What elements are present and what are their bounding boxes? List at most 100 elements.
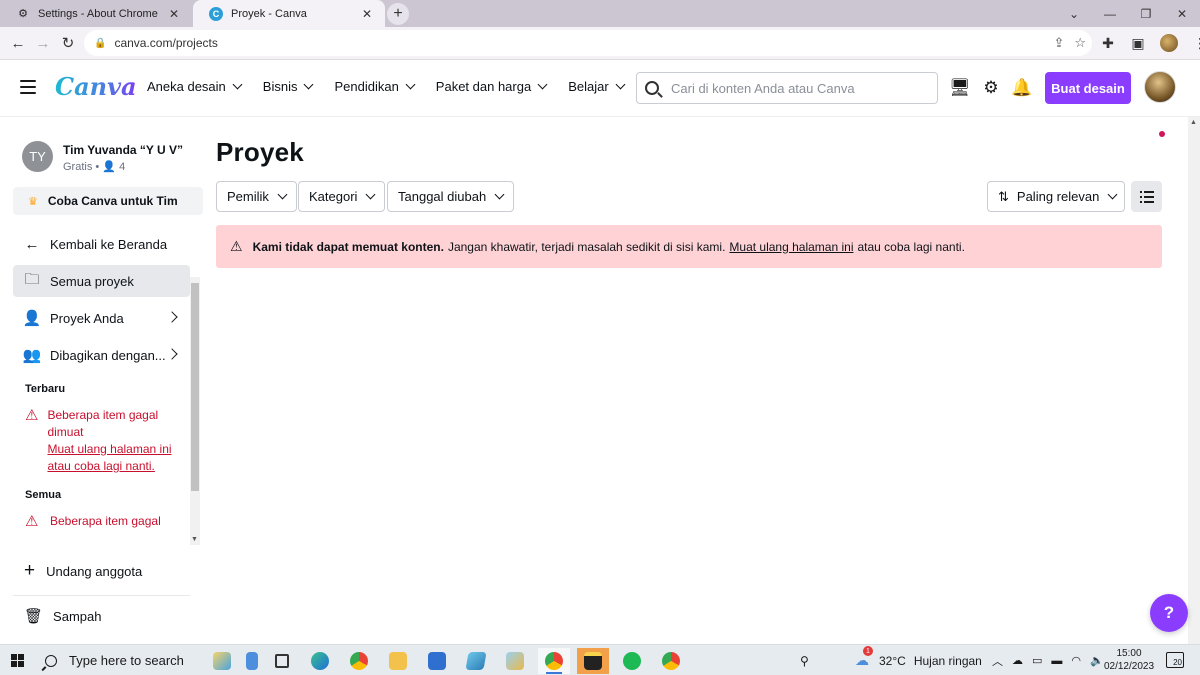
taskbar-search[interactable]: Type here to search xyxy=(36,645,204,675)
close-tab-icon[interactable]: ✕ xyxy=(359,6,375,22)
notifications-bell-icon[interactable]: 🔔 xyxy=(1011,78,1032,98)
address-bar[interactable]: 🔒 canva.com/projects ⇪ ☆ xyxy=(84,30,1092,56)
water-bottle-icon[interactable] xyxy=(236,648,268,674)
canva-logo[interactable]: Canva xyxy=(55,72,137,101)
chevron-down-icon xyxy=(1107,189,1118,200)
sidebar-item-your-projects[interactable]: 👤 Proyek Anda xyxy=(13,302,190,334)
forward-icon[interactable]: → xyxy=(31,31,55,55)
restore-button[interactable]: ❐ xyxy=(1128,0,1164,27)
chrome-icon[interactable] xyxy=(655,648,687,674)
search-highlight-icon[interactable] xyxy=(206,648,238,674)
paint-icon[interactable] xyxy=(499,648,531,674)
nav-aneka-desain[interactable]: Aneka desain xyxy=(147,79,243,94)
nav-bisnis[interactable]: Bisnis xyxy=(263,79,314,94)
nav-pendidikan[interactable]: Pendidikan xyxy=(334,79,416,94)
notification-dot xyxy=(1159,131,1165,137)
alert-title: Kami tidak dapat memuat konten. xyxy=(252,239,444,254)
browser-toolbar: ← → ↻ 🔒 canva.com/projects ⇪ ☆ ✚ ▣ ⋮ xyxy=(0,27,1200,60)
sort-dropdown[interactable]: ⇅ Paling relevan xyxy=(987,181,1125,212)
nav-paket-harga[interactable]: Paket dan harga xyxy=(436,79,548,94)
alert-text: Jangan khawatir, terjadi masalah sedikit… xyxy=(447,239,726,254)
sidebar-scrollbar[interactable]: ▼ xyxy=(190,277,200,545)
task-view-icon[interactable] xyxy=(266,648,298,674)
back-to-home[interactable]: ← Kembali ke Beranda xyxy=(13,228,190,260)
filter-category[interactable]: Kategori xyxy=(298,181,386,212)
folder-icon: 🗀 xyxy=(24,270,40,288)
weather-icon: ☁ 1 xyxy=(855,646,873,669)
sort-arrows-icon: ⇅ xyxy=(998,188,1009,204)
search-icon xyxy=(645,81,659,95)
new-tab-button[interactable]: + xyxy=(387,3,409,25)
tab-settings[interactable]: ⚙ Settings - About Chrome ✕ xyxy=(0,0,192,27)
reload-icon[interactable]: ↻ xyxy=(56,31,80,55)
onedrive-cloud-icon[interactable]: ☁ xyxy=(1012,654,1023,667)
tab-canva[interactable]: C Proyek - Canva ✕ xyxy=(193,0,385,27)
app-icon[interactable] xyxy=(460,648,492,674)
sidebar: TY Tim Yuvanda “Y U V” Gratis • 👤 4 ♛ Co… xyxy=(0,117,203,644)
people-icon[interactable]: ⚲ xyxy=(800,645,809,675)
team-switcher[interactable]: TY Tim Yuvanda “Y U V” Gratis • 👤 4 xyxy=(22,141,183,173)
settings-gear-icon[interactable]: ⚙ xyxy=(981,78,1001,98)
sticky-notes-icon[interactable] xyxy=(577,648,609,674)
person-icon: 👤 xyxy=(102,161,117,173)
close-window-button[interactable]: ✕ xyxy=(1164,0,1200,27)
sidebar-item-all-projects[interactable]: 🗀 Semua proyek xyxy=(13,265,190,297)
edge-icon[interactable] xyxy=(304,648,336,674)
tab-search-chevron-icon[interactable]: ⌄ xyxy=(1056,0,1092,27)
chevron-down-icon xyxy=(365,189,376,200)
create-design-button[interactable]: Buat desain xyxy=(1045,72,1131,104)
try-canva-teams-button[interactable]: ♛ Coba Canva untuk Tim xyxy=(13,187,203,215)
bookmark-star-icon[interactable]: ☆ xyxy=(1074,35,1086,51)
weather-widget[interactable]: ☁ 1 32°C Hujan ringan xyxy=(855,645,982,675)
sidebar-item-shared-with[interactable]: 👥 Dibagikan dengan... xyxy=(13,339,190,371)
filter-date-modified[interactable]: Tanggal diubah xyxy=(387,181,515,212)
store-icon[interactable] xyxy=(421,648,453,674)
search-placeholder: Cari di konten Anda atau Canva xyxy=(671,80,855,96)
help-button[interactable]: ? xyxy=(1150,594,1188,632)
people-icon: 👥 xyxy=(22,347,42,364)
page-scrollbar[interactable]: ▲ xyxy=(1188,117,1200,644)
side-panel-icon[interactable]: ▣ xyxy=(1130,35,1146,52)
back-icon[interactable]: ← xyxy=(6,31,30,55)
share-icon[interactable]: ⇪ xyxy=(1053,35,1064,51)
reload-page-link[interactable]: Muat ulang halaman ini atau coba lagi na… xyxy=(47,441,190,475)
spotify-icon[interactable] xyxy=(616,648,648,674)
canva-header: Canva Aneka desain Bisnis Pendidikan Pak… xyxy=(0,60,1200,117)
chevron-down-icon xyxy=(615,79,626,90)
scroll-up-arrow-icon[interactable]: ▲ xyxy=(1190,119,1197,126)
alert-tail: atau coba lagi nanti. xyxy=(857,239,965,254)
section-recent-label: Terbaru xyxy=(25,383,66,395)
plus-icon: + xyxy=(24,560,36,581)
file-explorer-icon[interactable] xyxy=(382,648,414,674)
list-view-toggle[interactable] xyxy=(1131,181,1162,212)
wifi-icon[interactable]: ◠ xyxy=(1071,654,1081,667)
team-name: Tim Yuvanda “Y U V” xyxy=(63,143,184,157)
error-alert: ⚠ Kami tidak dapat memuat konten. Jangan… xyxy=(216,225,1162,268)
scroll-down-arrow-icon[interactable]: ▼ xyxy=(191,536,198,543)
chrome-icon[interactable] xyxy=(538,648,570,674)
clock[interactable]: 15:00 02/12/2023 xyxy=(1100,647,1158,673)
minimize-button[interactable]: — xyxy=(1092,0,1128,27)
user-avatar[interactable] xyxy=(1144,71,1176,103)
profile-avatar[interactable] xyxy=(1160,34,1178,52)
search-input[interactable]: Cari di konten Anda atau Canva xyxy=(636,72,938,104)
hamburger-menu-icon[interactable] xyxy=(20,80,36,94)
menu-kebab-icon[interactable]: ⋮ xyxy=(1192,35,1200,52)
scrollbar-thumb[interactable] xyxy=(191,283,199,491)
reload-page-link[interactable]: Muat ulang halaman ini xyxy=(729,240,853,254)
trash-button[interactable]: 🗑 Sampah xyxy=(13,600,190,632)
extensions-icon[interactable]: ✚ xyxy=(1100,35,1116,52)
windows-start-icon[interactable] xyxy=(11,654,24,667)
filter-owner[interactable]: Pemilik xyxy=(216,181,297,212)
desktop-app-icon[interactable]: 🖥 xyxy=(949,78,971,98)
invite-members-button[interactable]: + Undang anggota xyxy=(13,555,190,587)
nav-belajar[interactable]: Belajar xyxy=(568,79,626,94)
browser-tab-strip: ⚙ Settings - About Chrome ✕ C Proyek - C… xyxy=(0,0,1200,27)
battery-icon[interactable]: ▬ xyxy=(1051,655,1062,667)
chevron-down-icon xyxy=(277,189,288,200)
chrome-icon[interactable] xyxy=(343,648,375,674)
display-icon[interactable]: ▭ xyxy=(1032,654,1042,667)
notification-center-icon[interactable]: 20 xyxy=(1166,652,1184,668)
close-tab-icon[interactable]: ✕ xyxy=(166,6,182,22)
chevron-up-icon[interactable]: ︿ xyxy=(992,653,1003,669)
